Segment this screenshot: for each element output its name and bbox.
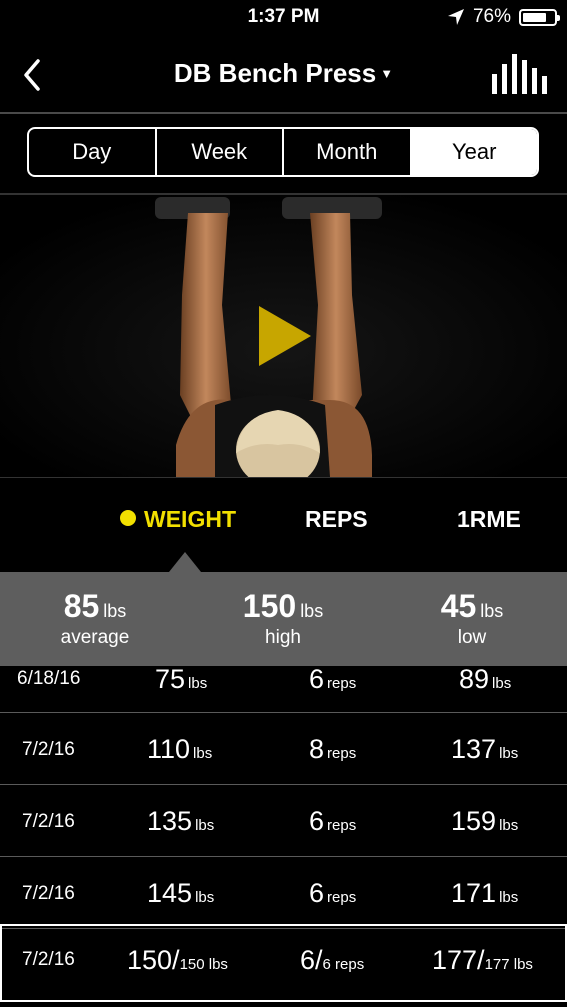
period-segmented-control: Day Week Month Year	[27, 127, 539, 177]
stat-low-label: low	[457, 627, 487, 648]
stat-low: 45 lbs low	[377, 588, 567, 649]
segment-year[interactable]: Year	[411, 129, 537, 175]
stat-high-unit: lbs	[300, 601, 324, 621]
stat-high-label: high	[265, 627, 301, 648]
row-1rme: 171 lbs	[451, 878, 518, 909]
metric-tabs: WEIGHT REPS 1RME	[0, 478, 567, 572]
row-reps-unit: reps	[327, 675, 357, 692]
row-weight-unit: lbs	[188, 675, 208, 692]
row-1rme: 177/177 lbs	[432, 945, 533, 976]
row-weight-unit: lbs	[195, 817, 215, 834]
active-tab-pointer	[169, 552, 201, 572]
stat-average-value: 85	[63, 588, 100, 624]
row-1rme: 137 lbs	[451, 734, 518, 765]
row-reps-value: 6/	[300, 945, 323, 975]
stat-low-unit: lbs	[480, 601, 504, 621]
caret-down-icon: ▼	[380, 66, 394, 81]
row-1rme-value: 137	[451, 734, 497, 764]
row-date: 6/18/16	[17, 668, 81, 689]
row-1rme-value: 177/	[432, 945, 485, 975]
row-reps-unit: reps	[327, 745, 357, 762]
bar-chart-icon[interactable]	[492, 52, 550, 96]
row-reps-value: 6	[309, 806, 325, 836]
row-weight: 135 lbs	[147, 806, 214, 837]
status-right: 76%	[447, 6, 560, 28]
play-icon[interactable]	[257, 304, 313, 368]
stat-low-value: 45	[440, 588, 477, 624]
row-weight: 75 lbs	[155, 664, 207, 695]
row-1rme-value: 171	[451, 878, 497, 908]
selected-table-row[interactable]: 7/2/16 150/150 lbs 6/6 reps 177/177 lbs	[0, 924, 567, 1002]
row-weight-value: 135	[147, 806, 193, 836]
segment-day[interactable]: Day	[29, 129, 157, 175]
row-1rme: 89 lbs	[459, 664, 511, 695]
row-weight-value: 75	[155, 664, 186, 694]
row-weight-value: 150/	[127, 945, 180, 975]
history-list: 6/18/16 75 lbs 6 reps 89 lbs 7/2/16 110 lbs …	[0, 664, 567, 1002]
row-reps: 6/6 reps	[300, 945, 364, 976]
row-weight: 150/150 lbs	[127, 945, 228, 976]
row-reps: 8 reps	[309, 734, 356, 765]
row-date: 7/2/16	[22, 883, 75, 904]
row-reps-value: 6	[309, 664, 325, 694]
row-1rme-unit: 177 lbs	[484, 956, 533, 973]
row-1rme-value: 89	[459, 664, 490, 694]
stat-average-label: average	[60, 627, 130, 648]
row-1rme: 159 lbs	[451, 806, 518, 837]
row-reps-value: 8	[309, 734, 325, 764]
battery-percent: 76%	[472, 6, 511, 27]
selected-dot-icon	[120, 510, 136, 526]
row-1rme-unit: lbs	[499, 745, 519, 762]
table-row[interactable]: 7/2/16 145 lbs 6 reps 171 lbs	[0, 857, 567, 929]
battery-icon	[519, 8, 560, 26]
row-reps-unit: reps	[327, 889, 357, 906]
row-date: 7/2/16	[22, 949, 75, 970]
table-row[interactable]: 7/2/16 110 lbs 8 reps 137 lbs	[0, 713, 567, 785]
status-bar: 1:37 PM 76%	[0, 0, 567, 36]
segment-week[interactable]: Week	[157, 129, 284, 175]
row-reps-unit: reps	[327, 817, 357, 834]
row-reps: 6 reps	[309, 664, 356, 695]
row-weight-value: 145	[147, 878, 193, 908]
stat-high-value: 150	[242, 588, 297, 624]
location-arrow-icon	[447, 9, 464, 25]
tab-weight[interactable]: WEIGHT	[120, 506, 236, 533]
row-1rme-unit: lbs	[492, 675, 512, 692]
row-reps-unit: 6 reps	[322, 956, 365, 973]
summary-panel: 85 lbs average 150 lbs high 45 lbs low	[0, 572, 567, 666]
row-weight-unit: lbs	[195, 889, 215, 906]
exercise-title-dropdown[interactable]: DB Bench Press ▼	[0, 58, 567, 89]
row-1rme-value: 159	[451, 806, 497, 836]
exercise-title: DB Bench Press	[173, 58, 377, 88]
row-weight: 145 lbs	[147, 878, 214, 909]
row-date: 7/2/16	[22, 739, 75, 760]
row-weight-unit: 150 lbs	[179, 956, 228, 973]
stat-high: 150 lbs high	[188, 588, 378, 649]
table-row[interactable]: 6/18/16 75 lbs 6 reps 89 lbs	[0, 664, 567, 713]
nav-bar: DB Bench Press ▼	[0, 36, 567, 114]
row-weight-value: 110	[147, 734, 191, 764]
row-weight: 110 lbs	[147, 734, 212, 765]
tab-1rme[interactable]: 1RME	[457, 506, 521, 533]
stat-average-unit: lbs	[103, 601, 127, 621]
tab-reps[interactable]: REPS	[305, 506, 368, 533]
row-reps-value: 6	[309, 878, 325, 908]
row-1rme-unit: lbs	[499, 889, 519, 906]
row-date: 7/2/16	[22, 811, 75, 832]
row-reps: 6 reps	[309, 806, 356, 837]
table-row[interactable]: 7/2/16 135 lbs 6 reps 159 lbs	[0, 785, 567, 857]
row-reps: 6 reps	[309, 878, 356, 909]
row-1rme-unit: lbs	[499, 817, 519, 834]
stat-average: 85 lbs average	[0, 588, 190, 649]
segment-month[interactable]: Month	[284, 129, 412, 175]
tab-weight-label: WEIGHT	[144, 506, 236, 532]
row-weight-unit: lbs	[193, 745, 213, 762]
